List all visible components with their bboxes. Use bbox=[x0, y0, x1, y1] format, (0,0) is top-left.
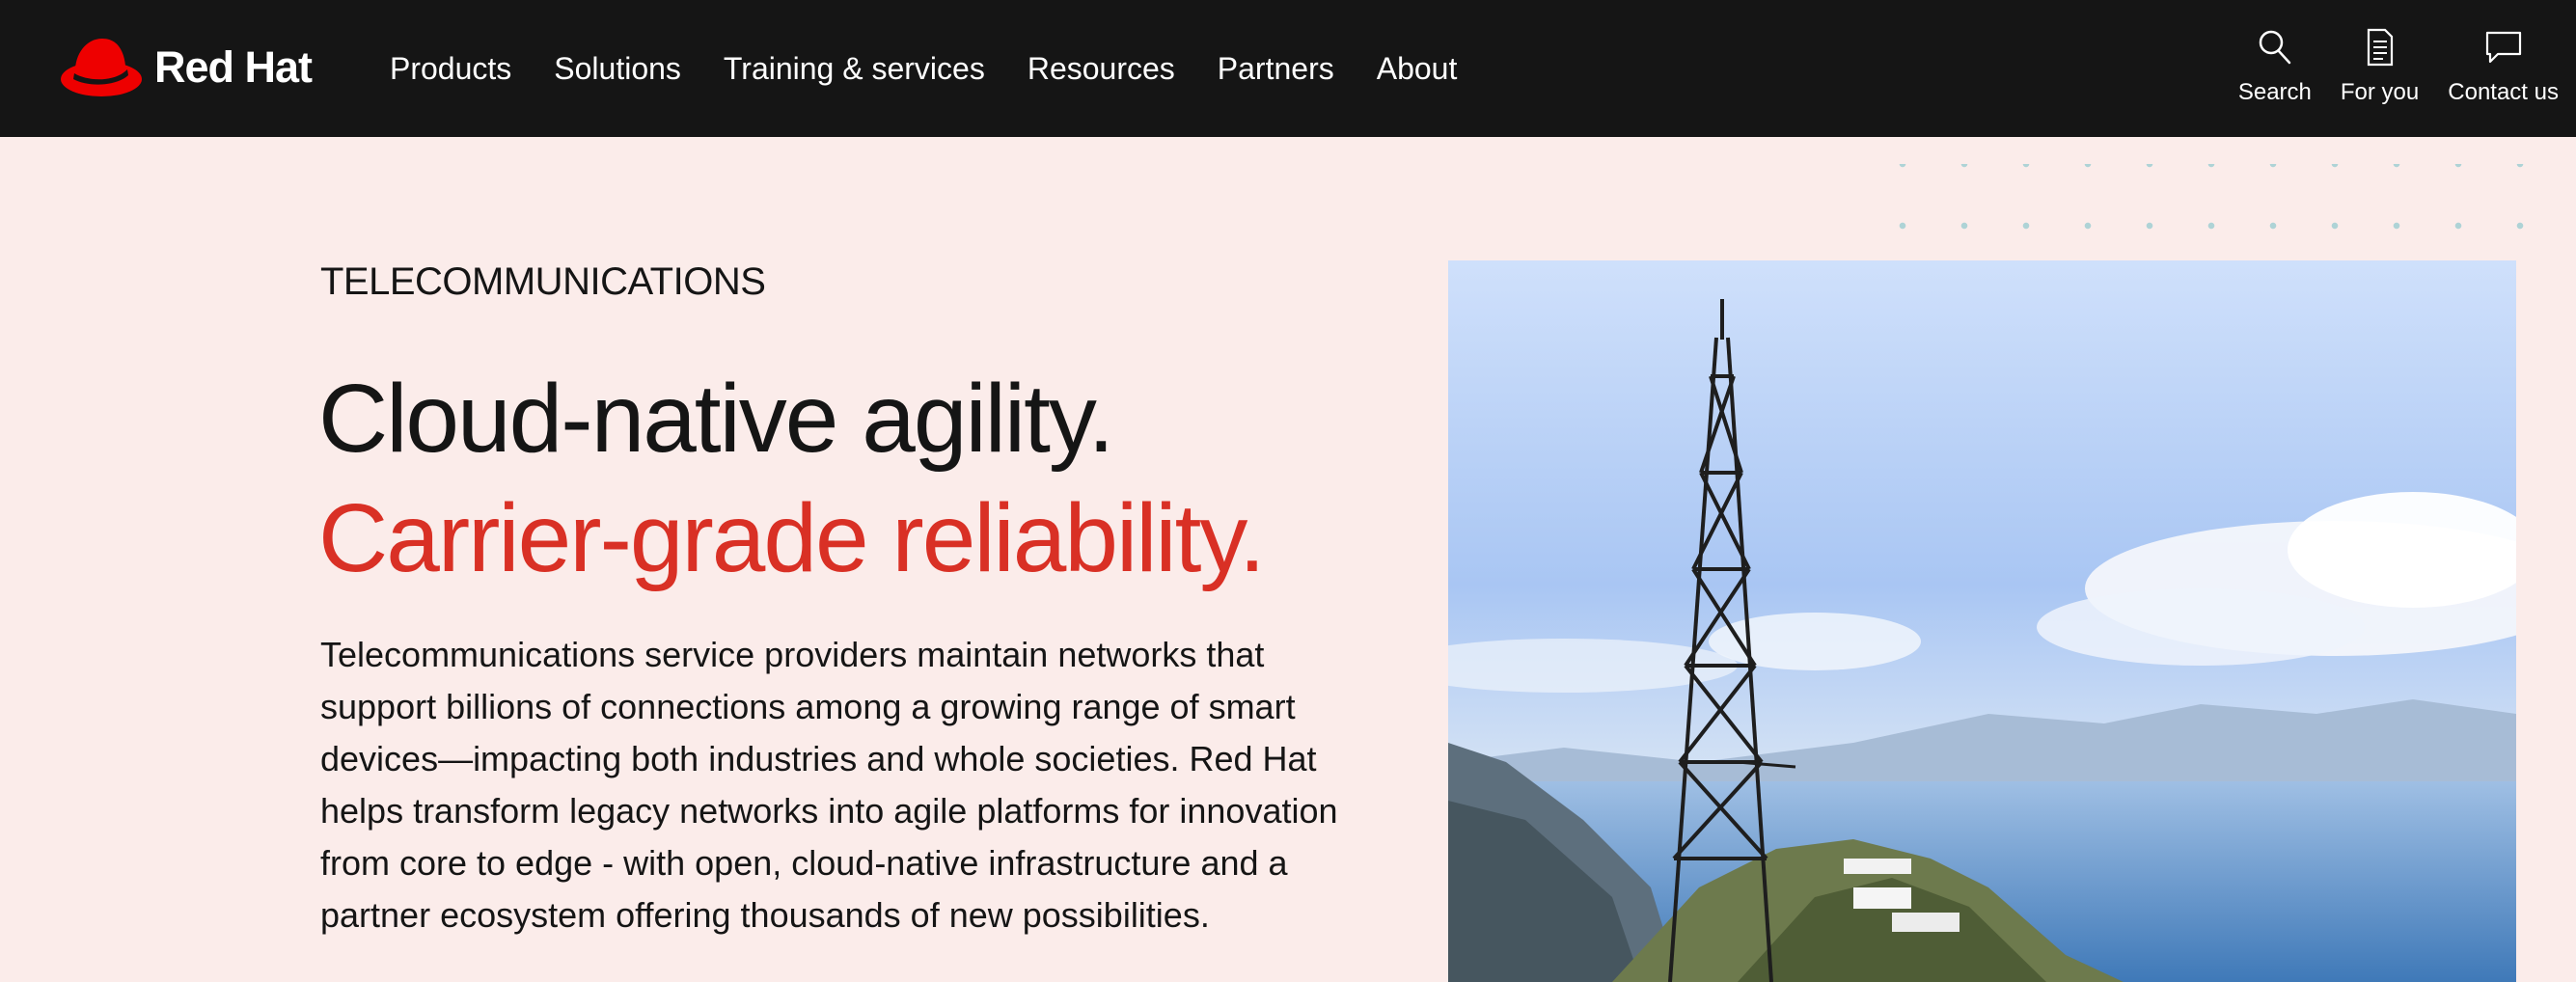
nav-training-services[interactable]: Training & services bbox=[724, 51, 985, 87]
search-icon bbox=[2258, 27, 2292, 68]
decorative-dot-column bbox=[2537, 251, 2576, 982]
headline-line-1: Cloud-native agility. bbox=[318, 365, 1114, 473]
red-hat-logo[interactable]: Red Hat bbox=[60, 35, 313, 100]
chat-bubble-icon bbox=[2484, 27, 2523, 68]
logo-text: Red Hat bbox=[154, 42, 313, 92]
contact-us-button[interactable]: Contact us bbox=[2448, 27, 2559, 106]
document-icon bbox=[2366, 27, 2395, 68]
for-you-button[interactable]: For you bbox=[2341, 27, 2419, 106]
contact-us-label: Contact us bbox=[2448, 79, 2559, 105]
nav-partners[interactable]: Partners bbox=[1218, 51, 1334, 87]
hero-body-text: Telecommunications service providers mai… bbox=[320, 635, 1338, 935]
nav-products[interactable]: Products bbox=[390, 51, 511, 87]
for-you-label: For you bbox=[2340, 79, 2420, 105]
hero-headline: Cloud-native agility. Carrier-grade reli… bbox=[318, 359, 1266, 598]
search-label: Search bbox=[2237, 79, 2312, 105]
main-nav: Products Solutions Training & services R… bbox=[390, 0, 1457, 137]
search-button[interactable]: Search bbox=[2238, 27, 2312, 106]
headline-line-2: Carrier-grade reliability. bbox=[318, 484, 1266, 592]
utility-nav: Search For you Contact us bbox=[2238, 27, 2559, 106]
nav-solutions[interactable]: Solutions bbox=[554, 51, 681, 87]
top-navigation-bar: Red Hat Products Solutions Training & se… bbox=[0, 0, 2576, 137]
red-hat-fedora-icon bbox=[60, 35, 143, 100]
nav-about[interactable]: About bbox=[1377, 51, 1458, 87]
cell-tower-coastline-photo bbox=[1448, 260, 2516, 982]
decorative-dot-grid bbox=[1872, 164, 2576, 251]
hero-eyebrow: TELECOMMUNICATIONS bbox=[320, 260, 766, 303]
nav-resources[interactable]: Resources bbox=[1028, 51, 1175, 87]
